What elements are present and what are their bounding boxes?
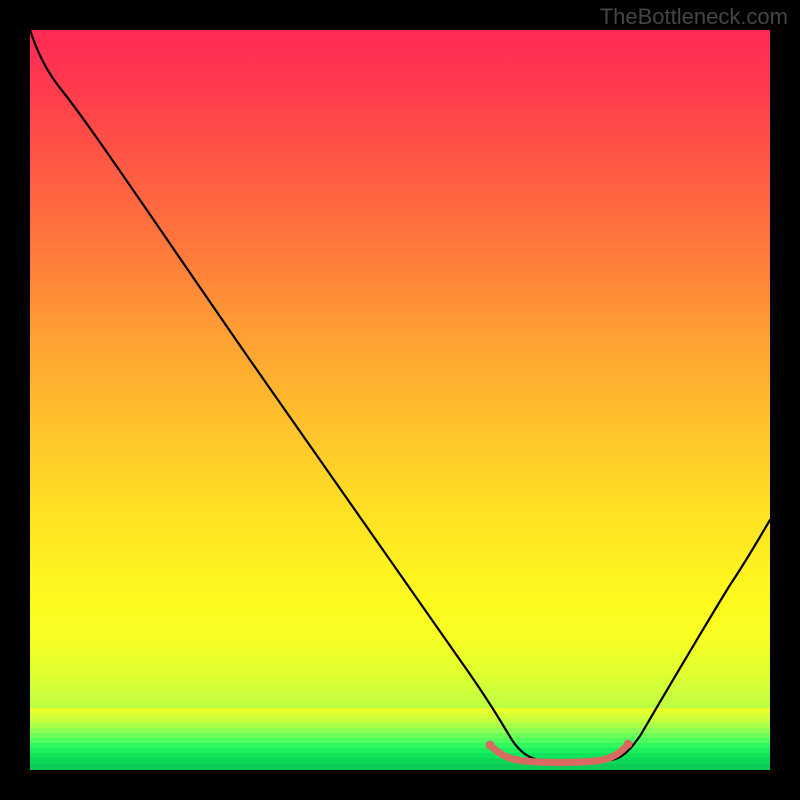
chart-area	[30, 30, 770, 770]
optimal-zone-endpoint	[624, 740, 633, 749]
watermark-text: TheBottleneck.com	[600, 4, 788, 30]
bottleneck-curve-path	[30, 30, 770, 762]
chart-svg	[30, 30, 770, 770]
optimal-zone-path	[490, 744, 628, 763]
optimal-zone-endpoint	[486, 741, 495, 750]
